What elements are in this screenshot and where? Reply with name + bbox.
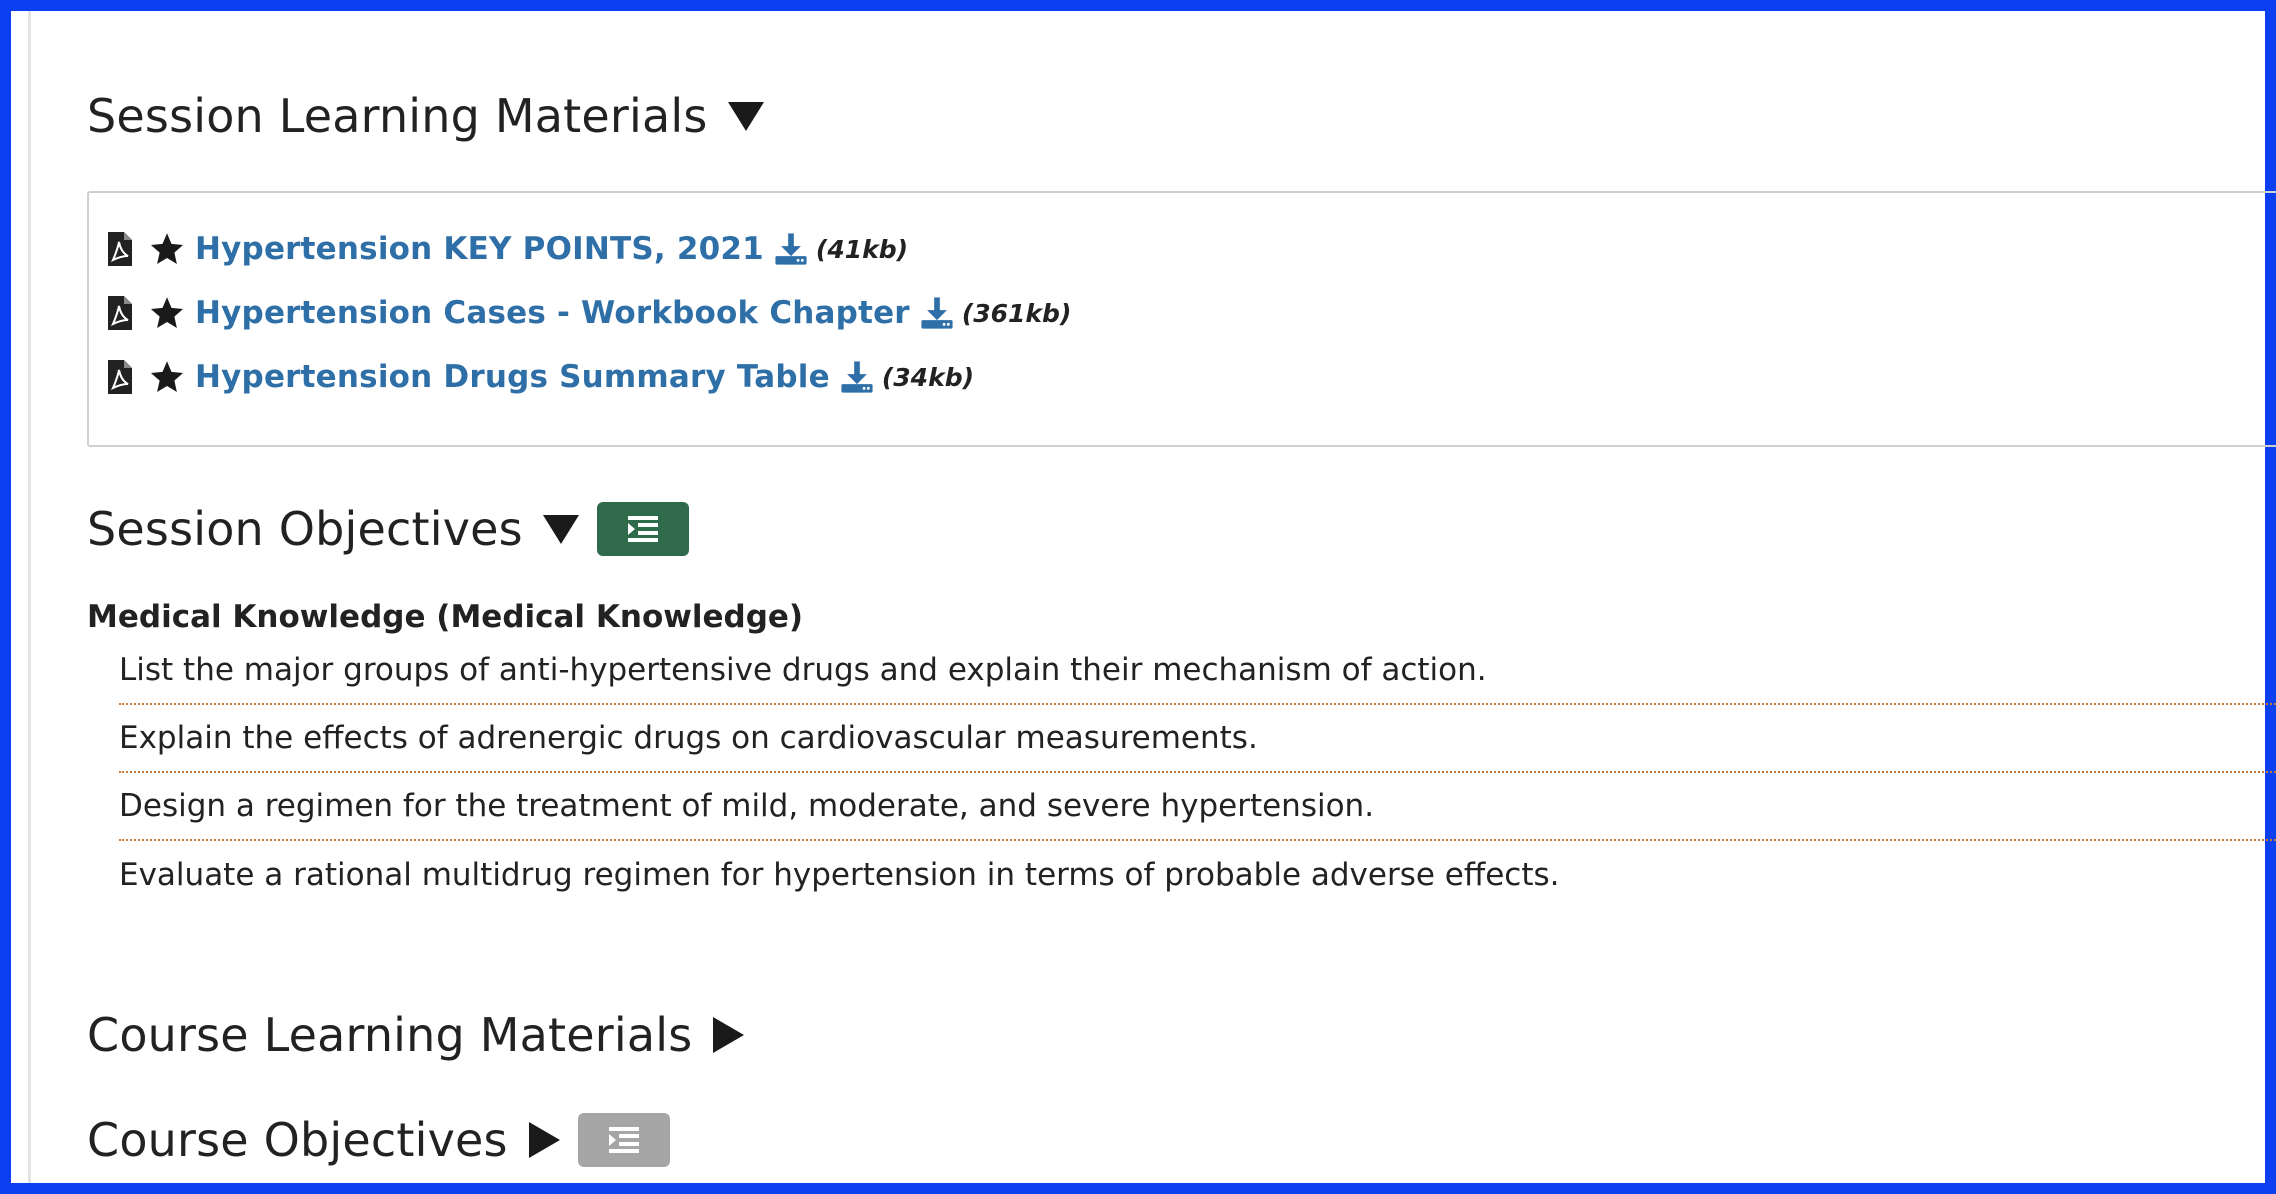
download-icon[interactable] xyxy=(920,296,954,330)
session-objectives-list: List the major groups of anti-hypertensi… xyxy=(119,637,2276,909)
caret-right-icon[interactable] xyxy=(710,1015,746,1055)
session-objectives-title: Session Objectives xyxy=(87,502,523,556)
file-pdf-icon xyxy=(108,232,132,266)
file-pdf-icon xyxy=(108,296,132,330)
session-materials-header[interactable]: Session Learning Materials xyxy=(87,81,766,151)
session-materials-title: Session Learning Materials xyxy=(87,89,708,143)
material-link[interactable]: Hypertension KEY POINTS, 2021 xyxy=(195,231,764,267)
material-item: Hypertension Cases - Workbook Chapter (3… xyxy=(107,291,1071,335)
download-icon[interactable] xyxy=(774,232,808,266)
star-icon[interactable] xyxy=(149,231,185,267)
page-frame: Session Learning Materials Hypertension … xyxy=(0,0,2276,1194)
objective-item: Evaluate a rational multidrug regimen fo… xyxy=(119,857,1560,893)
session-objectives-header[interactable]: Session Objectives xyxy=(87,494,689,564)
course-objectives-title: Course Objectives xyxy=(87,1113,508,1167)
content-panel: Session Learning Materials Hypertension … xyxy=(28,11,2276,1183)
material-link[interactable]: Hypertension Cases - Workbook Chapter xyxy=(195,295,910,331)
course-materials-title: Course Learning Materials xyxy=(87,1008,693,1062)
material-size: (34kb) xyxy=(881,362,975,392)
caret-right-icon[interactable] xyxy=(526,1120,562,1160)
caret-down-icon[interactable] xyxy=(541,512,581,546)
star-icon[interactable] xyxy=(149,359,185,395)
objectives-details-toggle-button[interactable] xyxy=(596,502,689,556)
objective-group-title: Medical Knowledge (Medical Knowledge) xyxy=(87,599,804,635)
material-item: Hypertension KEY POINTS, 2021 (41kb) xyxy=(107,227,908,271)
indent-list-icon xyxy=(627,516,658,542)
session-materials-list: Hypertension KEY POINTS, 2021 (41kb) Hyp… xyxy=(87,191,2276,447)
material-item: Hypertension Drugs Summary Table (34kb) xyxy=(107,355,974,399)
material-link[interactable]: Hypertension Drugs Summary Table xyxy=(195,359,830,395)
objective-item: List the major groups of anti-hypertensi… xyxy=(119,637,2276,705)
course-materials-header[interactable]: Course Learning Materials xyxy=(87,1000,746,1070)
material-size: (41kb) xyxy=(815,234,909,264)
download-icon[interactable] xyxy=(840,360,874,394)
course-objectives-header[interactable]: Course Objectives xyxy=(87,1105,670,1175)
indent-list-icon xyxy=(608,1127,639,1153)
caret-down-icon[interactable] xyxy=(726,99,766,133)
star-icon[interactable] xyxy=(149,295,185,331)
objective-item: Explain the effects of adrenergic drugs … xyxy=(119,705,2276,773)
material-size: (361kb) xyxy=(961,298,1072,328)
course-objectives-details-toggle-button[interactable] xyxy=(577,1113,670,1167)
objective-item: Design a regimen for the treatment of mi… xyxy=(119,773,2276,841)
file-pdf-icon xyxy=(108,360,132,394)
